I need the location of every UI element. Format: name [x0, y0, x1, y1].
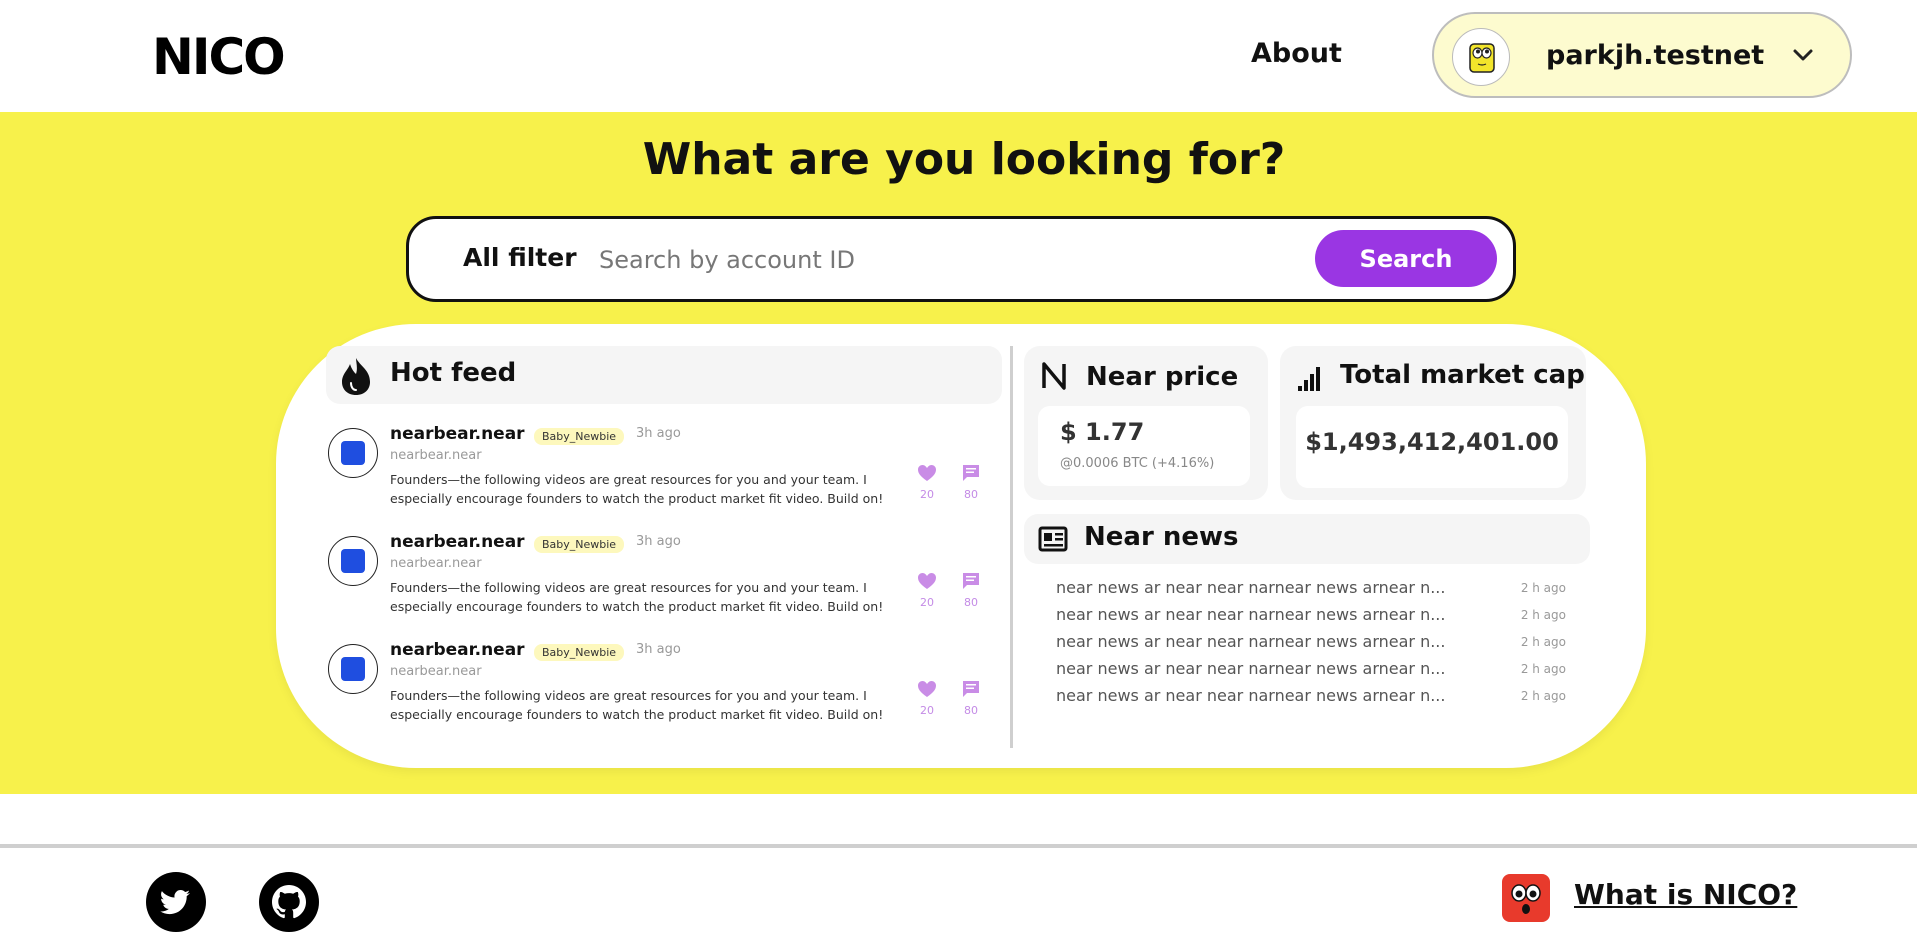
- news-item[interactable]: near news ar near near narnear news arne…: [1056, 686, 1566, 708]
- like-count: 20: [920, 596, 934, 609]
- feed-author-name[interactable]: nearbear.near: [390, 424, 525, 444]
- near-price-change: @0.0006 BTC (+4.16%): [1060, 456, 1215, 471]
- near-price-title: Near price: [1086, 362, 1239, 392]
- account-avatar: [1452, 28, 1510, 86]
- nico-mascot-icon: [1502, 874, 1550, 922]
- comment-count: 80: [964, 488, 978, 501]
- feed-time: 3h ago: [636, 642, 681, 657]
- feed-handle: nearbear.near: [390, 556, 482, 571]
- heart-icon: [918, 573, 936, 589]
- search-input[interactable]: [599, 235, 1259, 285]
- market-cap-card: $1,493,412,401.00: [1296, 406, 1568, 488]
- market-cap-value: $1,493,412,401.00: [1305, 428, 1559, 456]
- like-button[interactable]: 20: [916, 572, 938, 609]
- avatar: [328, 428, 378, 478]
- comment-button[interactable]: 80: [960, 572, 982, 609]
- nico-logo[interactable]: NICO: [152, 28, 286, 86]
- near-price-value: $ 1.77: [1060, 418, 1145, 446]
- feed-text: Founders—the following videos are great …: [390, 472, 884, 506]
- face-icon: [1469, 43, 1495, 73]
- footer-divider: [0, 844, 1917, 848]
- news-item[interactable]: near news ar near near narnear news arne…: [1056, 659, 1566, 681]
- news-headline: near news ar near near narnear news arne…: [1056, 578, 1446, 597]
- flame-icon: [342, 358, 370, 395]
- news-time: 2 h ago: [1520, 581, 1566, 595]
- like-button[interactable]: 20: [916, 464, 938, 501]
- hot-feed-header: Hot feed: [326, 346, 1002, 404]
- market-cap-panel: Total market cap $1,493,412,401.00: [1280, 346, 1586, 500]
- feed-handle: nearbear.near: [390, 664, 482, 679]
- feed-item[interactable]: nearbear.near Baby_Newbie 3h ago nearbea…: [328, 532, 1008, 632]
- near-logo-icon: [1042, 362, 1066, 390]
- feed-text: Founders—the following videos are great …: [390, 688, 884, 722]
- like-count: 20: [920, 704, 934, 717]
- news-headline: near news ar near near narnear news arne…: [1056, 686, 1446, 705]
- news-item[interactable]: near news ar near near narnear news arne…: [1056, 605, 1566, 627]
- chevron-down-icon: [1793, 49, 1813, 61]
- like-count: 20: [920, 488, 934, 501]
- news-time: 2 h ago: [1520, 662, 1566, 676]
- bar-chart-icon: [1298, 367, 1320, 391]
- account-name: parkjh.testnet: [1546, 40, 1765, 71]
- feed-time: 3h ago: [636, 534, 681, 549]
- feed-item[interactable]: nearbear.near Baby_Newbie 3h ago nearbea…: [328, 424, 1008, 524]
- news-item[interactable]: near news ar near near narnear news arne…: [1056, 632, 1566, 654]
- near-price-panel: Near price $ 1.77 @0.0006 BTC (+4.16%): [1024, 346, 1268, 500]
- search-bar: All filter Search: [406, 216, 1516, 302]
- comment-button[interactable]: 80: [960, 680, 982, 717]
- github-link[interactable]: [259, 872, 319, 932]
- comment-icon: [963, 465, 979, 481]
- newspaper-icon: [1038, 526, 1068, 552]
- level-badge: Baby_Newbie: [534, 644, 625, 661]
- hot-feed-title: Hot feed: [390, 358, 517, 388]
- news-headline: near news ar near near narnear news arne…: [1056, 659, 1446, 678]
- comment-icon: [963, 681, 979, 697]
- feed-author-name[interactable]: nearbear.near: [390, 640, 525, 660]
- level-badge: Baby_Newbie: [534, 536, 625, 553]
- comment-count: 80: [964, 704, 978, 717]
- about-link[interactable]: About: [1251, 38, 1342, 69]
- feed-item[interactable]: nearbear.near Baby_Newbie 3h ago nearbea…: [328, 640, 1008, 740]
- news-time: 2 h ago: [1520, 689, 1566, 703]
- feed-handle: nearbear.near: [390, 448, 482, 463]
- github-icon: [272, 885, 306, 919]
- comment-count: 80: [964, 596, 978, 609]
- dashboard-card: Hot feed nearbear.near Baby_Newbie 3h ag…: [276, 324, 1646, 768]
- filter-dropdown[interactable]: All filter: [463, 243, 577, 272]
- top-nav: NICO About parkjh.testnet: [0, 0, 1917, 112]
- near-news-header: Near news: [1024, 514, 1590, 564]
- column-divider: [1010, 346, 1013, 748]
- near-price-card: $ 1.77 @0.0006 BTC (+4.16%): [1038, 406, 1250, 486]
- news-time: 2 h ago: [1520, 608, 1566, 622]
- like-button[interactable]: 20: [916, 680, 938, 717]
- feed-author-name[interactable]: nearbear.near: [390, 532, 525, 552]
- avatar: [328, 536, 378, 586]
- what-is-nico-link[interactable]: What is NICO?: [1574, 878, 1797, 911]
- level-badge: Baby_Newbie: [534, 428, 625, 445]
- feed-time: 3h ago: [636, 426, 681, 441]
- news-item[interactable]: near news ar near near narnear news arne…: [1056, 578, 1566, 600]
- heart-icon: [918, 681, 936, 697]
- hero-section: What are you looking for? All filter Sea…: [0, 112, 1917, 794]
- comment-icon: [963, 573, 979, 589]
- heart-icon: [918, 465, 936, 481]
- news-time: 2 h ago: [1520, 635, 1566, 649]
- page-title: What are you looking for?: [642, 134, 1286, 185]
- twitter-icon: [160, 890, 190, 915]
- near-news-title: Near news: [1084, 522, 1239, 552]
- news-headline: near news ar near near narnear news arne…: [1056, 632, 1446, 651]
- market-cap-title: Total market cap: [1340, 360, 1585, 390]
- news-headline: near news ar near near narnear news arne…: [1056, 605, 1446, 624]
- comment-button[interactable]: 80: [960, 464, 982, 501]
- twitter-link[interactable]: [146, 872, 206, 932]
- search-button[interactable]: Search: [1315, 230, 1497, 287]
- account-menu-button[interactable]: parkjh.testnet: [1432, 12, 1852, 98]
- avatar: [328, 644, 378, 694]
- feed-text: Founders—the following videos are great …: [390, 580, 884, 614]
